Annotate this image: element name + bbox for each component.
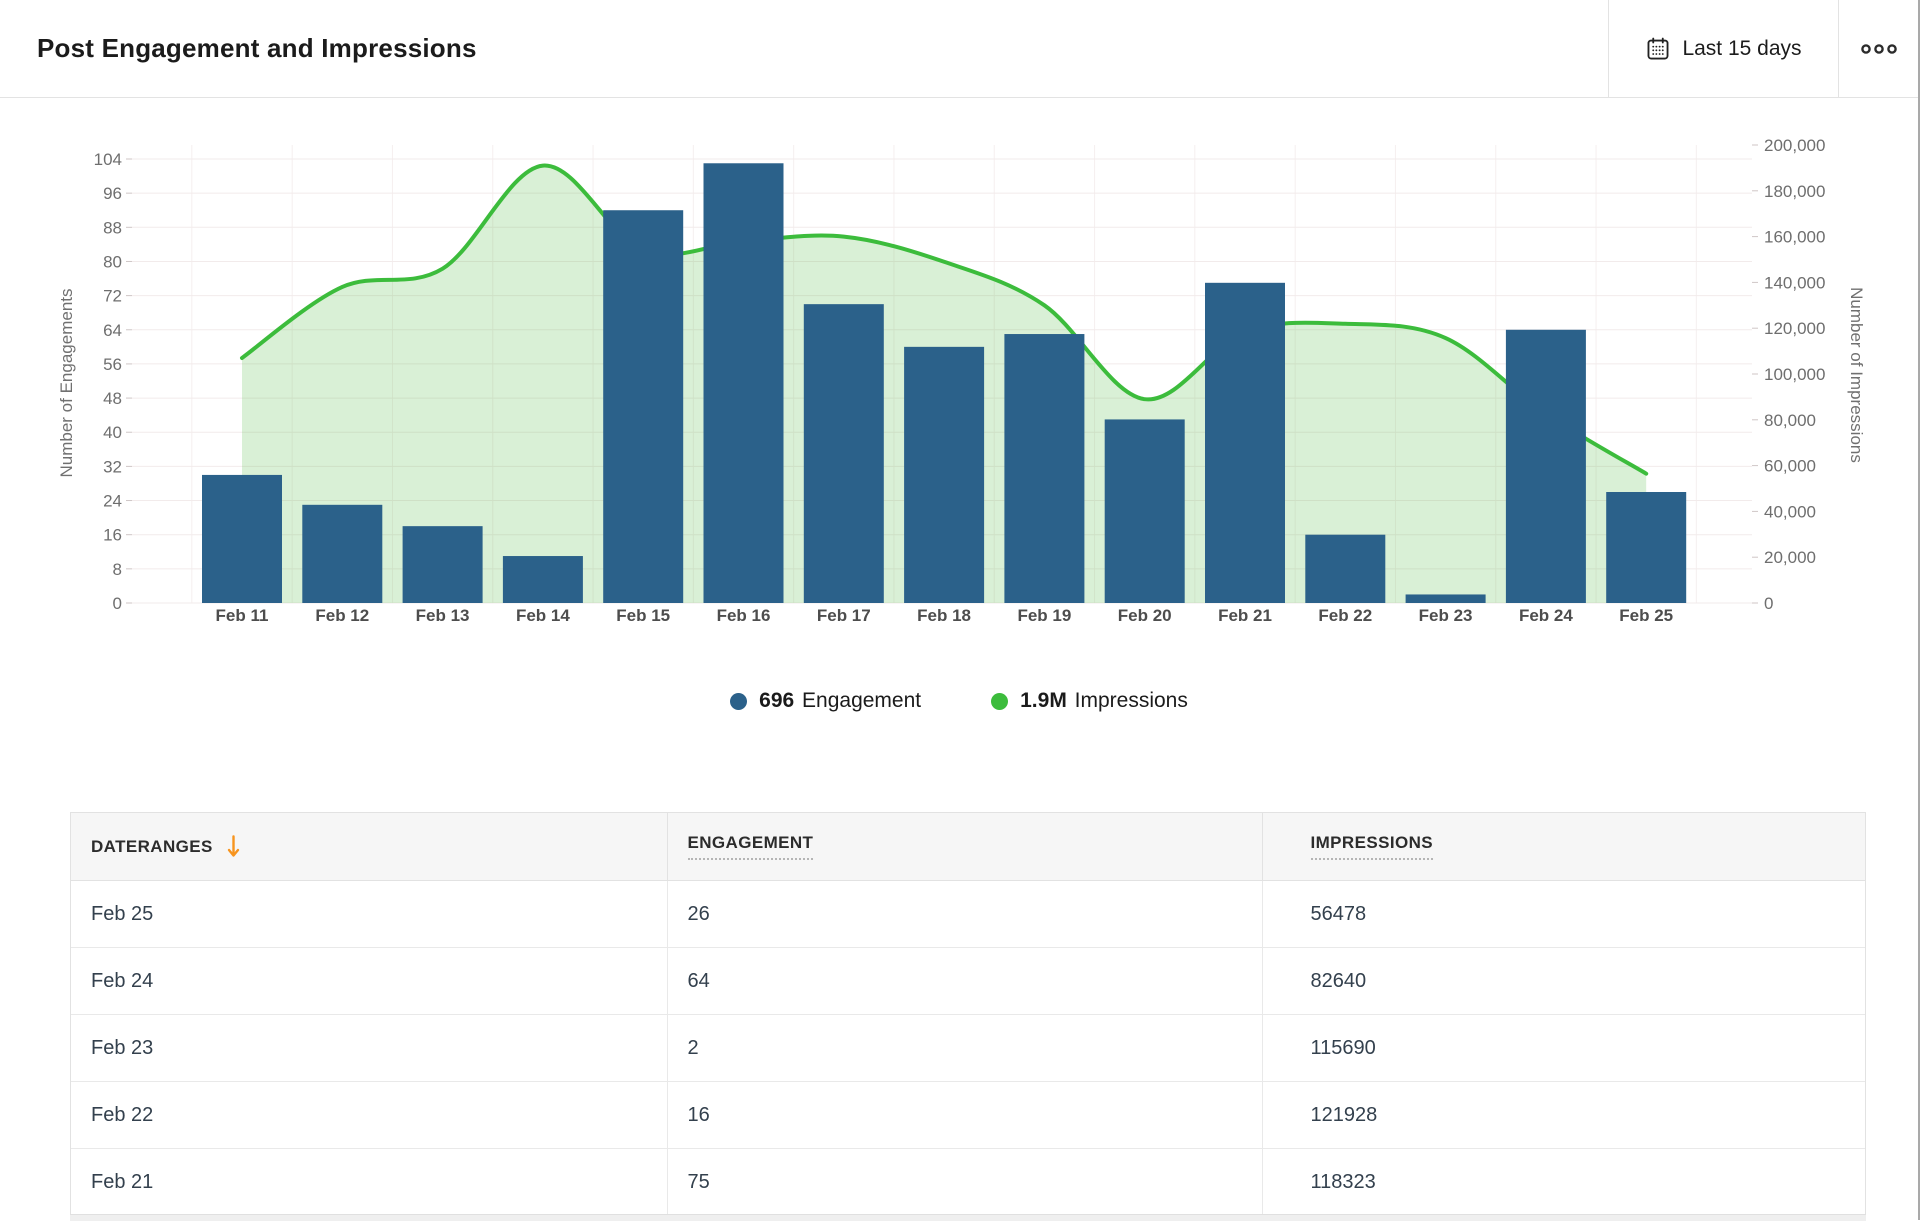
cell-date: Feb 25 <box>71 881 667 948</box>
bar-feb-15[interactable] <box>603 210 683 603</box>
left-tick-label: 16 <box>103 526 122 545</box>
table-header-row: DATERANGES ENGAGEMENT IMPRESSIONS <box>71 813 1865 881</box>
widget-card: Post Engagement and Impressions Last 15 … <box>0 0 1920 1220</box>
chart-legend: 696 Engagement 1.9M Impressions <box>0 684 1918 718</box>
widget-header: Post Engagement and Impressions Last 15 … <box>0 0 1918 98</box>
bar-feb-12[interactable] <box>302 505 382 603</box>
bar-feb-24[interactable] <box>1506 330 1586 603</box>
left-tick-label: 0 <box>113 594 122 613</box>
right-tick-label: 140,000 <box>1764 273 1825 292</box>
right-tick-label: 20,000 <box>1764 548 1816 567</box>
x-axis-label: Feb 15 <box>616 606 670 625</box>
bar-feb-25[interactable] <box>1606 492 1686 603</box>
left-tick-label: 56 <box>103 355 122 374</box>
bar-feb-20[interactable] <box>1105 419 1185 603</box>
bar-feb-19[interactable] <box>1004 334 1084 603</box>
cell-impressions: 82640 <box>1262 948 1865 1015</box>
cell-date: Feb 24 <box>71 948 667 1015</box>
cell-date: Feb 23 <box>71 1015 667 1082</box>
x-axis-label: Feb 24 <box>1519 606 1573 625</box>
legend-text: 1.9M Impressions <box>1020 689 1188 713</box>
left-tick-label: 96 <box>103 184 122 203</box>
cell-engagement: 2 <box>667 1015 1262 1082</box>
right-tick-label: 60,000 <box>1764 457 1816 476</box>
x-axis-label: Feb 18 <box>917 606 971 625</box>
left-tick-label: 8 <box>113 560 122 579</box>
x-axis-label: Feb 17 <box>817 606 871 625</box>
x-axis-label: Feb 22 <box>1318 606 1372 625</box>
right-tick-label: 120,000 <box>1764 319 1825 338</box>
column-header-impressions[interactable]: IMPRESSIONS <box>1262 813 1865 881</box>
cell-impressions: 56478 <box>1262 881 1865 948</box>
table-row: Feb 252656478 <box>71 881 1865 948</box>
column-header-engagement[interactable]: ENGAGEMENT <box>667 813 1262 881</box>
cell-impressions: 115690 <box>1262 1015 1865 1082</box>
cell-date: Feb 21 <box>71 1149 667 1216</box>
x-axis-label: Feb 25 <box>1619 606 1673 625</box>
bar-feb-14[interactable] <box>503 556 583 603</box>
table-row: Feb 232115690 <box>71 1015 1865 1082</box>
bar-feb-13[interactable] <box>403 526 483 603</box>
more-options-button[interactable] <box>1838 0 1918 97</box>
bar-feb-23[interactable] <box>1406 594 1486 603</box>
cell-engagement: 16 <box>667 1082 1262 1149</box>
right-tick-label: 0 <box>1764 594 1773 613</box>
x-axis-label: Feb 12 <box>315 606 369 625</box>
table-row: Feb 246482640 <box>71 948 1865 1015</box>
x-axis-label: Feb 16 <box>717 606 771 625</box>
x-axis-label: Feb 14 <box>516 606 570 625</box>
bar-feb-22[interactable] <box>1305 535 1385 603</box>
calendar-icon <box>1645 36 1671 62</box>
right-tick-label: 40,000 <box>1764 502 1816 521</box>
x-axis-label: Feb 13 <box>416 606 470 625</box>
table-row: Feb 2216121928 <box>71 1082 1865 1149</box>
legend-text: 696 Engagement <box>759 689 921 713</box>
right-tick-label: 160,000 <box>1764 228 1825 247</box>
x-axis-label: Feb 20 <box>1118 606 1172 625</box>
cell-engagement: 64 <box>667 948 1262 1015</box>
left-tick-label: 88 <box>103 218 122 237</box>
legend-item-impressions[interactable]: 1.9M Impressions <box>991 689 1188 713</box>
cell-impressions: 121928 <box>1262 1082 1865 1149</box>
legend-item-engagement[interactable]: 696 Engagement <box>730 689 921 713</box>
bar-feb-21[interactable] <box>1205 283 1285 603</box>
column-header-dateranges[interactable]: DATERANGES <box>71 813 667 881</box>
bar-feb-17[interactable] <box>804 304 884 603</box>
right-tick-label: 180,000 <box>1764 182 1825 201</box>
bar-feb-16[interactable] <box>704 163 784 603</box>
left-tick-label: 48 <box>103 389 122 408</box>
left-tick-label: 104 <box>94 150 122 169</box>
left-axis-title: Number of Engagements <box>57 289 76 478</box>
bar-feb-18[interactable] <box>904 347 984 603</box>
x-axis-label: Feb 19 <box>1017 606 1071 625</box>
x-axis-label: Feb 21 <box>1218 606 1272 625</box>
right-tick-label: 100,000 <box>1764 365 1825 384</box>
left-tick-label: 40 <box>103 423 122 442</box>
right-axis-title: Number of Impressions <box>1847 287 1866 463</box>
x-axis-label: Feb 23 <box>1419 606 1473 625</box>
date-range-label: Last 15 days <box>1682 37 1801 61</box>
left-tick-label: 32 <box>103 457 122 476</box>
sort-desc-icon <box>227 835 240 858</box>
left-tick-label: 24 <box>103 492 122 511</box>
cell-date: Feb 22 <box>71 1082 667 1149</box>
left-tick-label: 64 <box>103 321 122 340</box>
bar-feb-11[interactable] <box>202 475 282 603</box>
engagement-impressions-chart: 0 8 16 24 32 40 48 56 64 72 80 88 96 104 0 20,000 40,000… <box>0 97 1920 683</box>
date-range-button[interactable]: Last 15 days <box>1608 0 1838 97</box>
cell-engagement: 26 <box>667 881 1262 948</box>
page-title: Post Engagement and Impressions <box>0 0 1608 97</box>
engagement-dot-icon <box>730 693 747 710</box>
ellipsis-icon <box>1860 42 1898 56</box>
table-row: Feb 2175118323 <box>71 1149 1865 1216</box>
x-axis-label: Feb 11 <box>216 606 269 625</box>
cell-engagement: 75 <box>667 1149 1262 1216</box>
left-tick-label: 80 <box>103 252 122 271</box>
right-tick-label: 200,000 <box>1764 136 1825 155</box>
right-tick-label: 80,000 <box>1764 411 1816 430</box>
left-tick-label: 72 <box>103 287 122 306</box>
cell-impressions: 118323 <box>1262 1149 1865 1216</box>
impressions-dot-icon <box>991 693 1008 710</box>
data-table: DATERANGES ENGAGEMENT IMPRESSIONS <box>70 812 1866 1220</box>
